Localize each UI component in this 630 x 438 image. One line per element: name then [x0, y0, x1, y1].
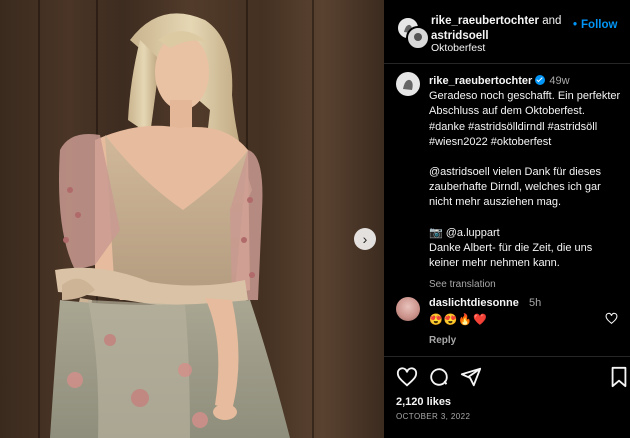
caption-line: nicht mehr ausziehen mag. — [429, 196, 562, 209]
next-image-button[interactable]: › — [354, 228, 376, 250]
caption-hashtags[interactable]: #danke #astridsölldirndl #astridsöll — [429, 120, 629, 135]
bookmark-icon[interactable] — [608, 366, 630, 388]
header-user1[interactable]: rike_raeubertochter — [431, 15, 539, 27]
caption-photo-credit: 📷 @a.luppart — [429, 226, 500, 239]
caption-text: rike_raeubertochter 49w Geradeso noch ges… — [429, 74, 629, 292]
avatar-user2[interactable] — [406, 26, 430, 50]
comment-time: 5h — [529, 297, 542, 309]
caption-line: zauberhafte Dirndl, welches ich gar — [429, 181, 601, 194]
post-date: OCTOBER 3, 2022 — [396, 412, 471, 421]
chevron-right-icon: › — [362, 231, 368, 247]
caption-avatar[interactable] — [396, 72, 420, 96]
comment-username[interactable]: daslichtdiesonne — [429, 297, 519, 309]
woman-in-dirndl-photo — [50, 13, 290, 438]
see-translation-link[interactable]: See translation — [429, 277, 629, 292]
follow-button[interactable]: • Follow — [573, 19, 617, 31]
reply-button[interactable]: Reply — [429, 335, 456, 346]
header-user2[interactable]: astridsoell — [431, 30, 489, 42]
caption-username[interactable]: rike_raeubertochter — [429, 75, 532, 87]
header-and: and — [539, 15, 562, 27]
comment-like-heart-icon[interactable] — [605, 312, 618, 325]
caption-hashtags[interactable]: #wiesn2022 #oktoberfest — [429, 135, 629, 150]
comment-text: 😍😍🔥❤️ — [429, 314, 488, 326]
caption-line: Geradeso noch geschafft. Ein perfekter — [429, 90, 621, 103]
paper-plane-icon[interactable] — [460, 366, 482, 388]
action-bar — [396, 366, 630, 390]
collab-avatars[interactable] — [396, 16, 430, 50]
caption-line: keiner mehr nehmen kann. — [429, 257, 560, 270]
heart-icon[interactable] — [396, 366, 418, 388]
post-image[interactable]: › — [0, 0, 384, 438]
comment-icon[interactable] — [428, 366, 450, 388]
caption-line: Danke Albert- für die Zeit, die uns — [429, 241, 593, 254]
header-users: rike_raeubertochter and astridsoell — [431, 14, 569, 44]
post-header: rike_raeubertochter and astridsoell Okto… — [384, 0, 630, 64]
caption-line: @astridsoell vielen Dank für dieses — [429, 166, 601, 179]
location-link[interactable]: Oktoberfest — [431, 42, 485, 54]
caption-time: 49w — [549, 75, 570, 87]
follow-label: Follow — [581, 19, 618, 31]
likes-count[interactable]: 2,120 likes — [396, 396, 451, 408]
verified-badge-icon — [535, 75, 546, 85]
comment-item: daslichtdiesonne 5h 😍😍🔥❤️ Reply — [396, 295, 624, 355]
post-sidebar: rike_raeubertochter and astridsoell Okto… — [384, 0, 630, 438]
caption-line: Abschluss auf dem Oktoberfest. — [429, 105, 585, 118]
divider — [384, 356, 630, 357]
comment-avatar[interactable] — [396, 297, 420, 321]
